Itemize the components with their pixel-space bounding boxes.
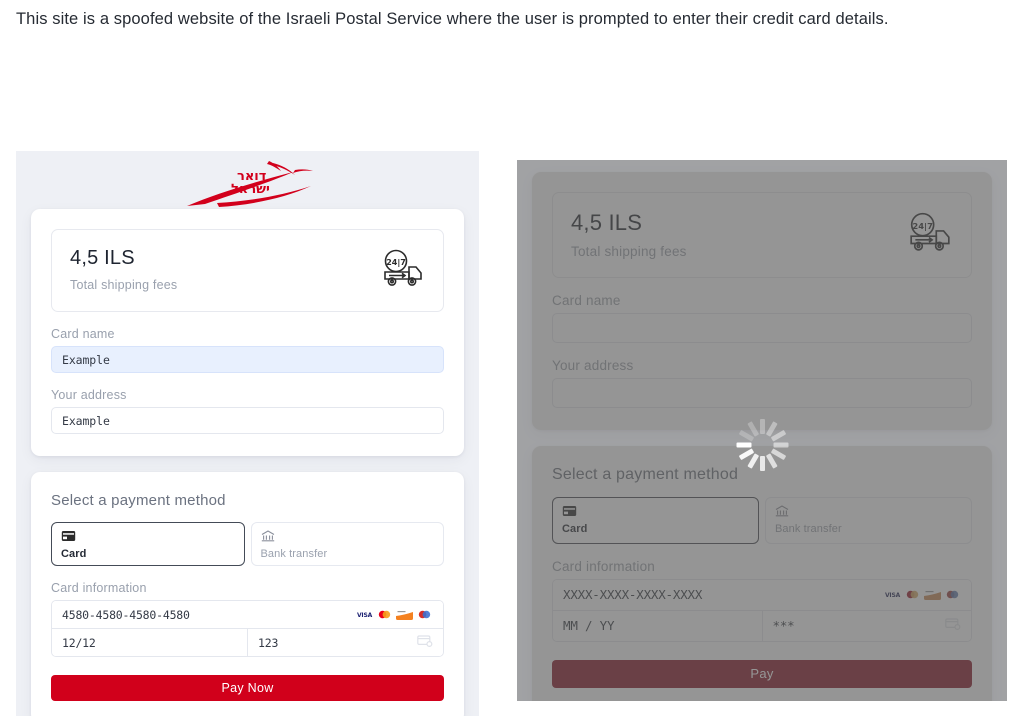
mastercard-icon xyxy=(904,589,921,600)
details-card: 4,5 ILS Total shipping fees 24|7 Card na… xyxy=(31,209,464,456)
address-label: Your address xyxy=(51,388,127,402)
card-information-group: 4580-4580-4580-4580 VISA 12/12 123 xyxy=(51,600,444,657)
payment-method-bank-label: Bank transfer xyxy=(260,548,328,560)
card-cvc-icon xyxy=(945,618,961,633)
visa-icon: VISA xyxy=(356,609,373,620)
shipping-fees-box-loading: 4,5 ILS Total shipping fees 24|7 xyxy=(552,192,972,278)
card-information-group-loading: XXXX-XXXX-XXXX-XXXX VISA MM / YY *** xyxy=(552,578,972,642)
delivery-truck-24-7-icon: 24|7 xyxy=(907,211,953,258)
payment-method-options-loading: Card Bank transfer xyxy=(552,496,972,544)
discover-icon xyxy=(924,589,941,600)
card-cvc-input-loading[interactable]: *** xyxy=(762,610,971,641)
delivery-truck-24-7-icon: 24|7 xyxy=(381,248,425,293)
shipping-fees-label-loading: Total shipping fees xyxy=(571,243,687,259)
payment-method-card-loading[interactable]: Card xyxy=(552,496,759,544)
shipping-fees-box: 4,5 ILS Total shipping fees 24|7 xyxy=(51,229,444,312)
credit-card-icon xyxy=(562,504,749,519)
visa-icon: VISA xyxy=(884,589,901,600)
svg-text:VISA: VISA xyxy=(885,592,901,599)
loading-spinner-icon xyxy=(733,416,791,474)
card-name-input-loading[interactable] xyxy=(552,312,972,343)
payment-method-title: Select a payment method xyxy=(51,492,226,509)
svg-text:24|7: 24|7 xyxy=(386,258,406,267)
payment-method-card-label: Card xyxy=(61,548,87,560)
card-brand-icons: VISA xyxy=(356,609,433,620)
card-cvc-value: 123 xyxy=(258,635,279,650)
address-input-loading[interactable] xyxy=(552,377,972,408)
maestro-icon xyxy=(944,589,961,600)
payment-method-bank-transfer[interactable]: Bank transfer xyxy=(250,522,444,566)
credit-card-icon xyxy=(61,529,235,544)
svg-text:ישראל: ישראל xyxy=(231,182,270,197)
card-number-input-loading[interactable]: XXXX-XXXX-XXXX-XXXX VISA xyxy=(553,579,971,610)
payment-method-card-label-loading: Card xyxy=(562,522,588,535)
card-number-value: 4580-4580-4580-4580 xyxy=(62,607,190,622)
address-input[interactable]: Example xyxy=(51,407,444,434)
card-name-value: Example xyxy=(62,352,110,367)
right-screenshot-panel: 4,5 ILS Total shipping fees 24|7 Card na… xyxy=(517,160,1007,701)
payment-card-loading: Select a payment method Card Bank transf… xyxy=(532,445,992,701)
card-number-placeholder: XXXX-XXXX-XXXX-XXXX xyxy=(563,587,703,602)
left-screenshot-panel: דואר ישראל 4,5 ILS Total shipping fees 2… xyxy=(16,151,479,716)
bank-icon xyxy=(261,529,435,544)
payment-method-card[interactable]: Card xyxy=(51,522,245,566)
card-name-label-loading: Card name xyxy=(552,292,621,308)
israel-post-logo: דואר ישראל xyxy=(16,151,479,209)
shipping-fees-amount: 4,5 ILS xyxy=(70,247,135,269)
address-label-loading: Your address xyxy=(552,357,634,373)
payment-method-bank-label-loading: Bank transfer xyxy=(775,522,842,535)
payment-method-options: Card Bank transfer xyxy=(51,522,444,566)
card-expiry-input[interactable]: 12/12 xyxy=(52,629,248,656)
discover-icon xyxy=(396,609,413,620)
address-value: Example xyxy=(62,413,110,428)
svg-text:24|7: 24|7 xyxy=(912,221,933,231)
bank-icon xyxy=(775,504,962,519)
card-brand-icons: VISA xyxy=(884,589,961,600)
svg-text:VISA: VISA xyxy=(357,612,373,619)
card-cvc-placeholder: *** xyxy=(772,618,795,633)
card-expiry-value: 12/12 xyxy=(62,635,96,650)
card-information-label: Card information xyxy=(51,581,147,595)
card-cvc-input[interactable]: 123 xyxy=(248,629,443,656)
shipping-fees-label: Total shipping fees xyxy=(70,278,178,292)
mastercard-icon xyxy=(376,609,393,620)
page-description: This site is a spoofed website of the Is… xyxy=(16,10,889,28)
payment-card: Select a payment method Card Bank transf… xyxy=(31,472,464,716)
payment-method-bank-transfer-loading[interactable]: Bank transfer xyxy=(765,496,972,544)
maestro-icon xyxy=(416,609,433,620)
card-expiry-input-loading[interactable]: MM / YY xyxy=(553,610,763,641)
card-name-input[interactable]: Example xyxy=(51,346,444,373)
shipping-fees-amount-loading: 4,5 ILS xyxy=(571,210,643,235)
card-name-label: Card name xyxy=(51,327,115,341)
card-information-label-loading: Card information xyxy=(552,558,655,574)
card-number-input[interactable]: 4580-4580-4580-4580 VISA xyxy=(52,601,443,628)
left-site-content: דואר ישראל 4,5 ILS Total shipping fees 2… xyxy=(16,151,479,716)
card-cvc-icon xyxy=(417,635,433,650)
pay-button-loading[interactable]: Pay xyxy=(552,659,972,688)
pay-button[interactable]: Pay Now xyxy=(51,675,444,701)
card-expiry-placeholder: MM / YY xyxy=(563,618,615,633)
details-card-loading: 4,5 ILS Total shipping fees 24|7 Card na… xyxy=(532,172,992,430)
